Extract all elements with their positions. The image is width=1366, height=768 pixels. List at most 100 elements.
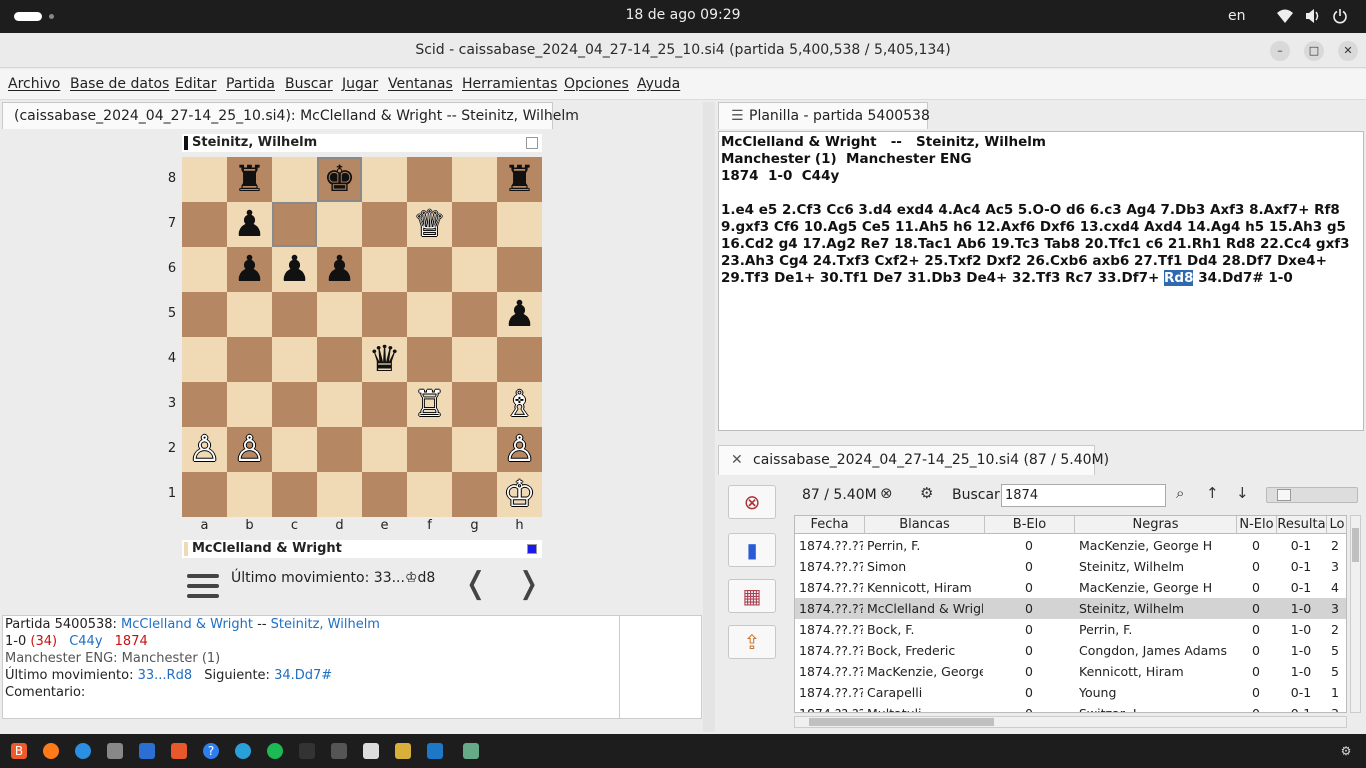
- table-row[interactable]: 1874.??.?? Carapelli 0 Young 0 0-1 1: [795, 682, 1346, 703]
- square-d6[interactable]: ♟: [317, 247, 362, 292]
- white-player-link[interactable]: McClelland & Wright: [121, 617, 253, 632]
- table-row[interactable]: 1874.??.?? McClelland & Wright 0 Steinitz, …: [795, 598, 1346, 619]
- vertical-scrollbar[interactable]: [1350, 515, 1361, 713]
- menu-opciones[interactable]: Opciones: [564, 76, 629, 92]
- white-piece-h1[interactable]: ♔: [497, 472, 542, 517]
- square-h8[interactable]: ♜: [497, 157, 542, 202]
- software-icon[interactable]: [171, 743, 187, 759]
- square-f2[interactable]: [407, 427, 452, 472]
- table-row[interactable]: 1874.??.?? MacKenzie, George H 0 Kennicott,…: [795, 661, 1346, 682]
- square-c4[interactable]: [272, 337, 317, 382]
- help-icon[interactable]: ?: [203, 743, 219, 759]
- horizontal-scrollbar[interactable]: [794, 716, 1347, 728]
- games-table[interactable]: Fecha Blancas B-Elo Negras N-Elo Resulta Lo 18…: [794, 515, 1347, 713]
- text-editor-icon[interactable]: [139, 743, 155, 759]
- filter-settings-icon[interactable]: ⚙: [920, 484, 933, 502]
- firefox-icon[interactable]: [43, 743, 59, 759]
- gimp-icon[interactable]: [331, 743, 347, 759]
- menu-jugar[interactable]: Jugar: [342, 76, 378, 92]
- black-piece-b8[interactable]: ♜: [227, 157, 272, 202]
- square-b5[interactable]: [227, 292, 272, 337]
- square-c5[interactable]: [272, 292, 317, 337]
- column-header[interactable]: Resulta: [1277, 516, 1327, 534]
- square-g5[interactable]: [452, 292, 497, 337]
- board-menu-icon[interactable]: [187, 572, 219, 600]
- black-piece-b7[interactable]: ♟: [227, 202, 272, 247]
- zoom-slider[interactable]: [1266, 487, 1358, 503]
- square-e3[interactable]: [362, 382, 407, 427]
- square-g7[interactable]: [452, 202, 497, 247]
- square-h1[interactable]: ♔: [497, 472, 542, 517]
- spotify-icon[interactable]: [267, 743, 283, 759]
- square-b4[interactable]: [227, 337, 272, 382]
- current-move[interactable]: Rd8: [1164, 270, 1194, 286]
- table-row[interactable]: 1874.??.?? Perrin, F. 0 MacKenzie, George H…: [795, 535, 1346, 556]
- square-h7[interactable]: [497, 202, 542, 247]
- square-f1[interactable]: [407, 472, 452, 517]
- arrow-down-icon[interactable]: ↓: [1236, 484, 1249, 502]
- white-piece-b2[interactable]: ♙: [227, 427, 272, 472]
- slider-handle[interactable]: [1277, 489, 1291, 501]
- search-filter-button[interactable]: ⊗: [728, 485, 776, 519]
- column-header[interactable]: Fecha: [795, 516, 865, 534]
- terminal-icon[interactable]: [299, 743, 315, 759]
- square-b7[interactable]: ♟: [227, 202, 272, 247]
- brave-icon[interactable]: B: [11, 743, 27, 759]
- tab-notation[interactable]: ☰ Planilla - partida 5400538: [718, 102, 930, 129]
- white-piece-h3[interactable]: ♗: [497, 382, 542, 427]
- column-header[interactable]: B-Elo: [985, 516, 1075, 534]
- previous-move-icon[interactable]: ❬: [463, 566, 488, 601]
- square-h5[interactable]: ♟: [497, 292, 542, 337]
- square-e5[interactable]: [362, 292, 407, 337]
- black-player-link[interactable]: Steinitz, Wilhelm: [271, 617, 380, 632]
- square-a6[interactable]: [182, 247, 227, 292]
- vscode-icon[interactable]: [427, 743, 443, 759]
- white-piece-a2[interactable]: ♙: [182, 427, 227, 472]
- edge-icon[interactable]: [75, 743, 91, 759]
- square-h4[interactable]: [497, 337, 542, 382]
- square-f8[interactable]: [407, 157, 452, 202]
- search-input[interactable]: [1001, 484, 1166, 507]
- column-header[interactable]: Negras: [1075, 516, 1237, 534]
- black-piece-c6[interactable]: ♟: [272, 247, 317, 292]
- black-piece-b6[interactable]: ♟: [227, 247, 272, 292]
- square-a3[interactable]: [182, 382, 227, 427]
- square-c2[interactable]: [272, 427, 317, 472]
- menu-archivo[interactable]: Archivo: [8, 76, 60, 92]
- square-a8[interactable]: [182, 157, 227, 202]
- pane-splitter[interactable]: [703, 102, 715, 732]
- eco-code-link[interactable]: C44y: [69, 634, 102, 649]
- square-b1[interactable]: [227, 472, 272, 517]
- square-a1[interactable]: [182, 472, 227, 517]
- trash-icon[interactable]: [463, 743, 479, 759]
- square-b8[interactable]: ♜: [227, 157, 272, 202]
- square-g4[interactable]: [452, 337, 497, 382]
- square-c6[interactable]: ♟: [272, 247, 317, 292]
- square-f3[interactable]: ♖: [407, 382, 452, 427]
- notation-panel[interactable]: McClelland & Wright -- Steinitz, Wilhelm…: [718, 131, 1364, 431]
- files-icon[interactable]: [107, 743, 123, 759]
- square-c7[interactable]: [272, 202, 317, 247]
- black-piece-e4[interactable]: ♛: [362, 337, 407, 382]
- search-icon[interactable]: ⌕: [1176, 484, 1184, 502]
- square-d5[interactable]: [317, 292, 362, 337]
- tab-database[interactable]: ✕ caissabase_2024_04_27-14_25_10.si4 (87…: [718, 445, 1109, 475]
- square-g6[interactable]: [452, 247, 497, 292]
- black-piece-h8[interactable]: ♜: [497, 157, 542, 202]
- menu-ventanas[interactable]: Ventanas: [388, 76, 453, 92]
- table-row[interactable]: 1874.??.?? Simon 0 Steinitz, Wilhelm 0 0-1 3: [795, 556, 1346, 577]
- square-e2[interactable]: [362, 427, 407, 472]
- document-icon[interactable]: [363, 743, 379, 759]
- square-e4[interactable]: ♛: [362, 337, 407, 382]
- menu-herramientas[interactable]: Herramientas: [462, 76, 557, 92]
- white-piece-f7[interactable]: ♕: [407, 202, 452, 247]
- square-g8[interactable]: [452, 157, 497, 202]
- language-indicator[interactable]: en: [1228, 8, 1246, 24]
- column-header[interactable]: N-Elo: [1237, 516, 1277, 534]
- black-piece-d6[interactable]: ♟: [317, 247, 362, 292]
- square-f5[interactable]: [407, 292, 452, 337]
- column-header[interactable]: Blancas: [865, 516, 985, 534]
- white-piece-h2[interactable]: ♙: [497, 427, 542, 472]
- stats-button[interactable]: ▮: [728, 533, 776, 567]
- system-tray[interactable]: [1276, 6, 1348, 26]
